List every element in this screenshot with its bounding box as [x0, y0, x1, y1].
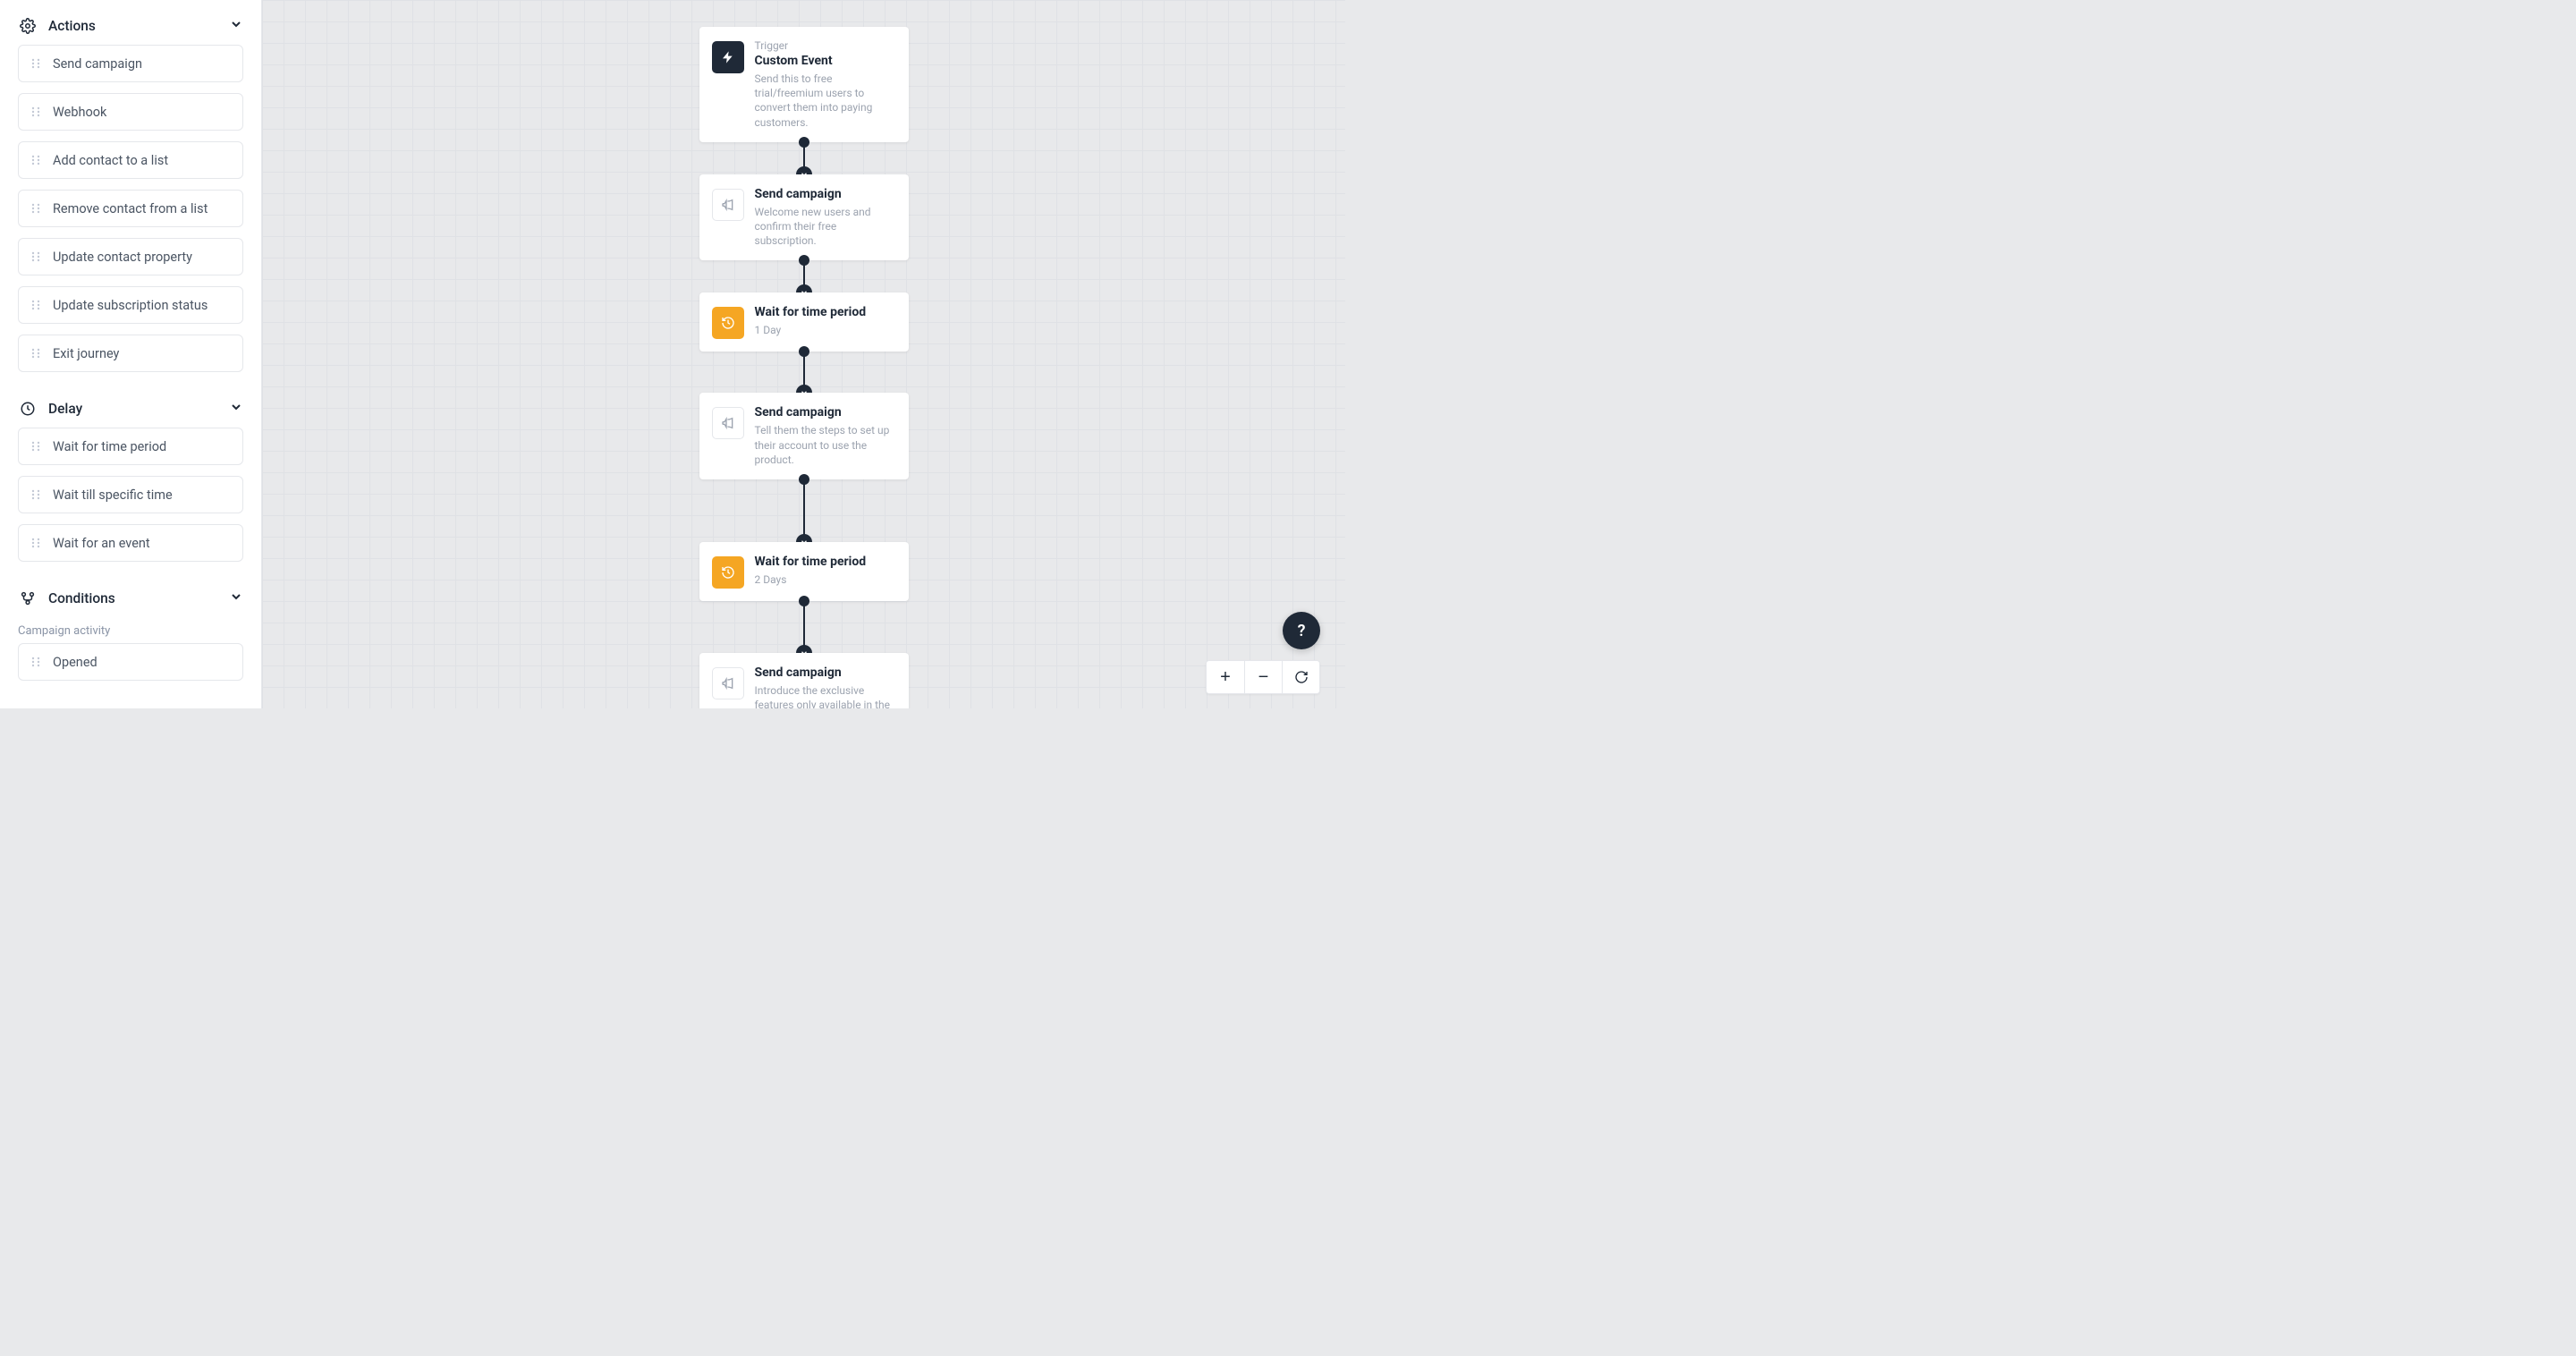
gear-icon: [18, 16, 38, 36]
history-icon: [712, 556, 744, 589]
sidebar-item-label: Webhook: [53, 105, 106, 120]
node-send-campaign-setup[interactable]: Send campaign Tell them the steps to set…: [699, 393, 909, 479]
help-label: ?: [1298, 622, 1306, 640]
connector: [803, 352, 805, 393]
connector-dot: [799, 596, 809, 606]
connector: [803, 601, 805, 653]
sidebar-item-remove-contact[interactable]: Remove contact from a list: [18, 190, 243, 227]
grip-icon: [30, 154, 42, 166]
zoom-in-label: +: [1220, 667, 1231, 688]
branch-icon: [18, 589, 38, 608]
sidebar: Actions Send campaign Webhook Add contac…: [0, 0, 262, 708]
chevron-down-icon: [229, 17, 243, 35]
section-title: Actions: [48, 18, 229, 34]
node-desc: 2 Days: [755, 572, 896, 587]
zoom-in-button[interactable]: +: [1207, 661, 1244, 693]
node-desc: Tell them the steps to set up their acco…: [755, 423, 896, 467]
sidebar-item-label: Wait for an event: [53, 536, 150, 551]
connector: [803, 260, 805, 292]
sidebar-item-label: Add contact to a list: [53, 153, 168, 168]
megaphone-icon: [712, 189, 744, 221]
grip-icon: [30, 57, 42, 70]
sidebar-item-wait-time-period[interactable]: Wait for time period: [18, 428, 243, 465]
node-desc: 1 Day: [755, 323, 896, 337]
sidebar-item-label: Wait till specific time: [53, 487, 173, 503]
section-header-actions[interactable]: Actions: [0, 7, 261, 45]
node-title: Wait for time period: [755, 555, 896, 569]
connector: [803, 479, 805, 542]
node-title: Send campaign: [755, 665, 896, 680]
grip-icon: [30, 488, 42, 501]
sidebar-item-label: Wait for time period: [53, 439, 166, 454]
node-desc: Send this to free trial/freemium users t…: [755, 72, 896, 130]
history-icon: [712, 307, 744, 339]
grip-icon: [30, 250, 42, 263]
grip-icon: [30, 347, 42, 360]
grip-icon: [30, 202, 42, 215]
clock-icon: [18, 399, 38, 419]
actions-list: Send campaign Webhook Add contact to a l…: [0, 45, 261, 390]
zoom-out-button[interactable]: −: [1244, 661, 1282, 693]
sidebar-item-opened[interactable]: Opened: [18, 643, 243, 681]
sidebar-item-label: Update subscription status: [53, 298, 208, 313]
section-header-delay[interactable]: Delay: [0, 390, 261, 428]
conditions-subtitle: Campaign activity: [0, 617, 261, 643]
flow: Trigger Custom Event Send this to free t…: [699, 27, 909, 708]
megaphone-icon: [712, 407, 744, 439]
conditions-list: Opened: [0, 643, 261, 699]
grip-icon: [30, 106, 42, 118]
node-title: Send campaign: [755, 187, 896, 201]
grip-icon: [30, 656, 42, 668]
connector-dot: [799, 474, 809, 485]
bolt-icon: [712, 41, 744, 73]
megaphone-icon: [712, 667, 744, 699]
grip-icon: [30, 537, 42, 549]
sidebar-item-label: Update contact property: [53, 250, 192, 265]
node-title: Send campaign: [755, 405, 896, 420]
section-title: Conditions: [48, 590, 229, 606]
canvas[interactable]: Trigger Custom Event Send this to free t…: [262, 0, 1345, 708]
node-send-campaign-exclusive[interactable]: Send campaign Introduce the exclusive fe…: [699, 653, 909, 708]
connector-dot: [799, 346, 809, 357]
node-trigger-custom-event[interactable]: Trigger Custom Event Send this to free t…: [699, 27, 909, 142]
sidebar-item-label: Remove contact from a list: [53, 201, 208, 216]
connector-dot: [799, 255, 809, 266]
sidebar-item-label: Opened: [53, 655, 97, 670]
node-wait-1-day[interactable]: Wait for time period 1 Day: [699, 292, 909, 352]
grip-icon: [30, 440, 42, 453]
help-button[interactable]: ?: [1283, 612, 1320, 649]
node-send-campaign-welcome[interactable]: Send campaign Welcome new users and conf…: [699, 174, 909, 261]
node-wait-2-days[interactable]: Wait for time period 2 Days: [699, 542, 909, 601]
sidebar-item-wait-event[interactable]: Wait for an event: [18, 524, 243, 562]
sidebar-item-send-campaign[interactable]: Send campaign: [18, 45, 243, 82]
sidebar-item-label: Send campaign: [53, 56, 142, 72]
sidebar-item-add-contact[interactable]: Add contact to a list: [18, 141, 243, 179]
grip-icon: [30, 299, 42, 311]
refresh-icon: [1294, 670, 1309, 684]
sidebar-item-wait-specific-time[interactable]: Wait till specific time: [18, 476, 243, 513]
node-desc: Introduce the exclusive features only av…: [755, 683, 896, 708]
sidebar-item-exit-journey[interactable]: Exit journey: [18, 335, 243, 372]
connector-dot: [799, 137, 809, 148]
zoom-reset-button[interactable]: [1282, 661, 1319, 693]
sidebar-item-update-property[interactable]: Update contact property: [18, 238, 243, 275]
section-title: Delay: [48, 401, 229, 417]
sidebar-item-webhook[interactable]: Webhook: [18, 93, 243, 131]
chevron-down-icon: [229, 589, 243, 607]
node-title: Wait for time period: [755, 305, 896, 319]
connector: [803, 142, 805, 174]
section-header-conditions[interactable]: Conditions: [0, 580, 261, 617]
delay-list: Wait for time period Wait till specific …: [0, 428, 261, 580]
chevron-down-icon: [229, 400, 243, 418]
zoom-controls: + −: [1206, 660, 1320, 694]
node-desc: Welcome new users and confirm their free…: [755, 205, 896, 249]
sidebar-item-label: Exit journey: [53, 346, 119, 361]
node-title: Custom Event: [755, 54, 896, 68]
node-eyebrow: Trigger: [755, 39, 896, 52]
zoom-out-label: −: [1258, 667, 1269, 688]
sidebar-item-update-subscription[interactable]: Update subscription status: [18, 286, 243, 324]
